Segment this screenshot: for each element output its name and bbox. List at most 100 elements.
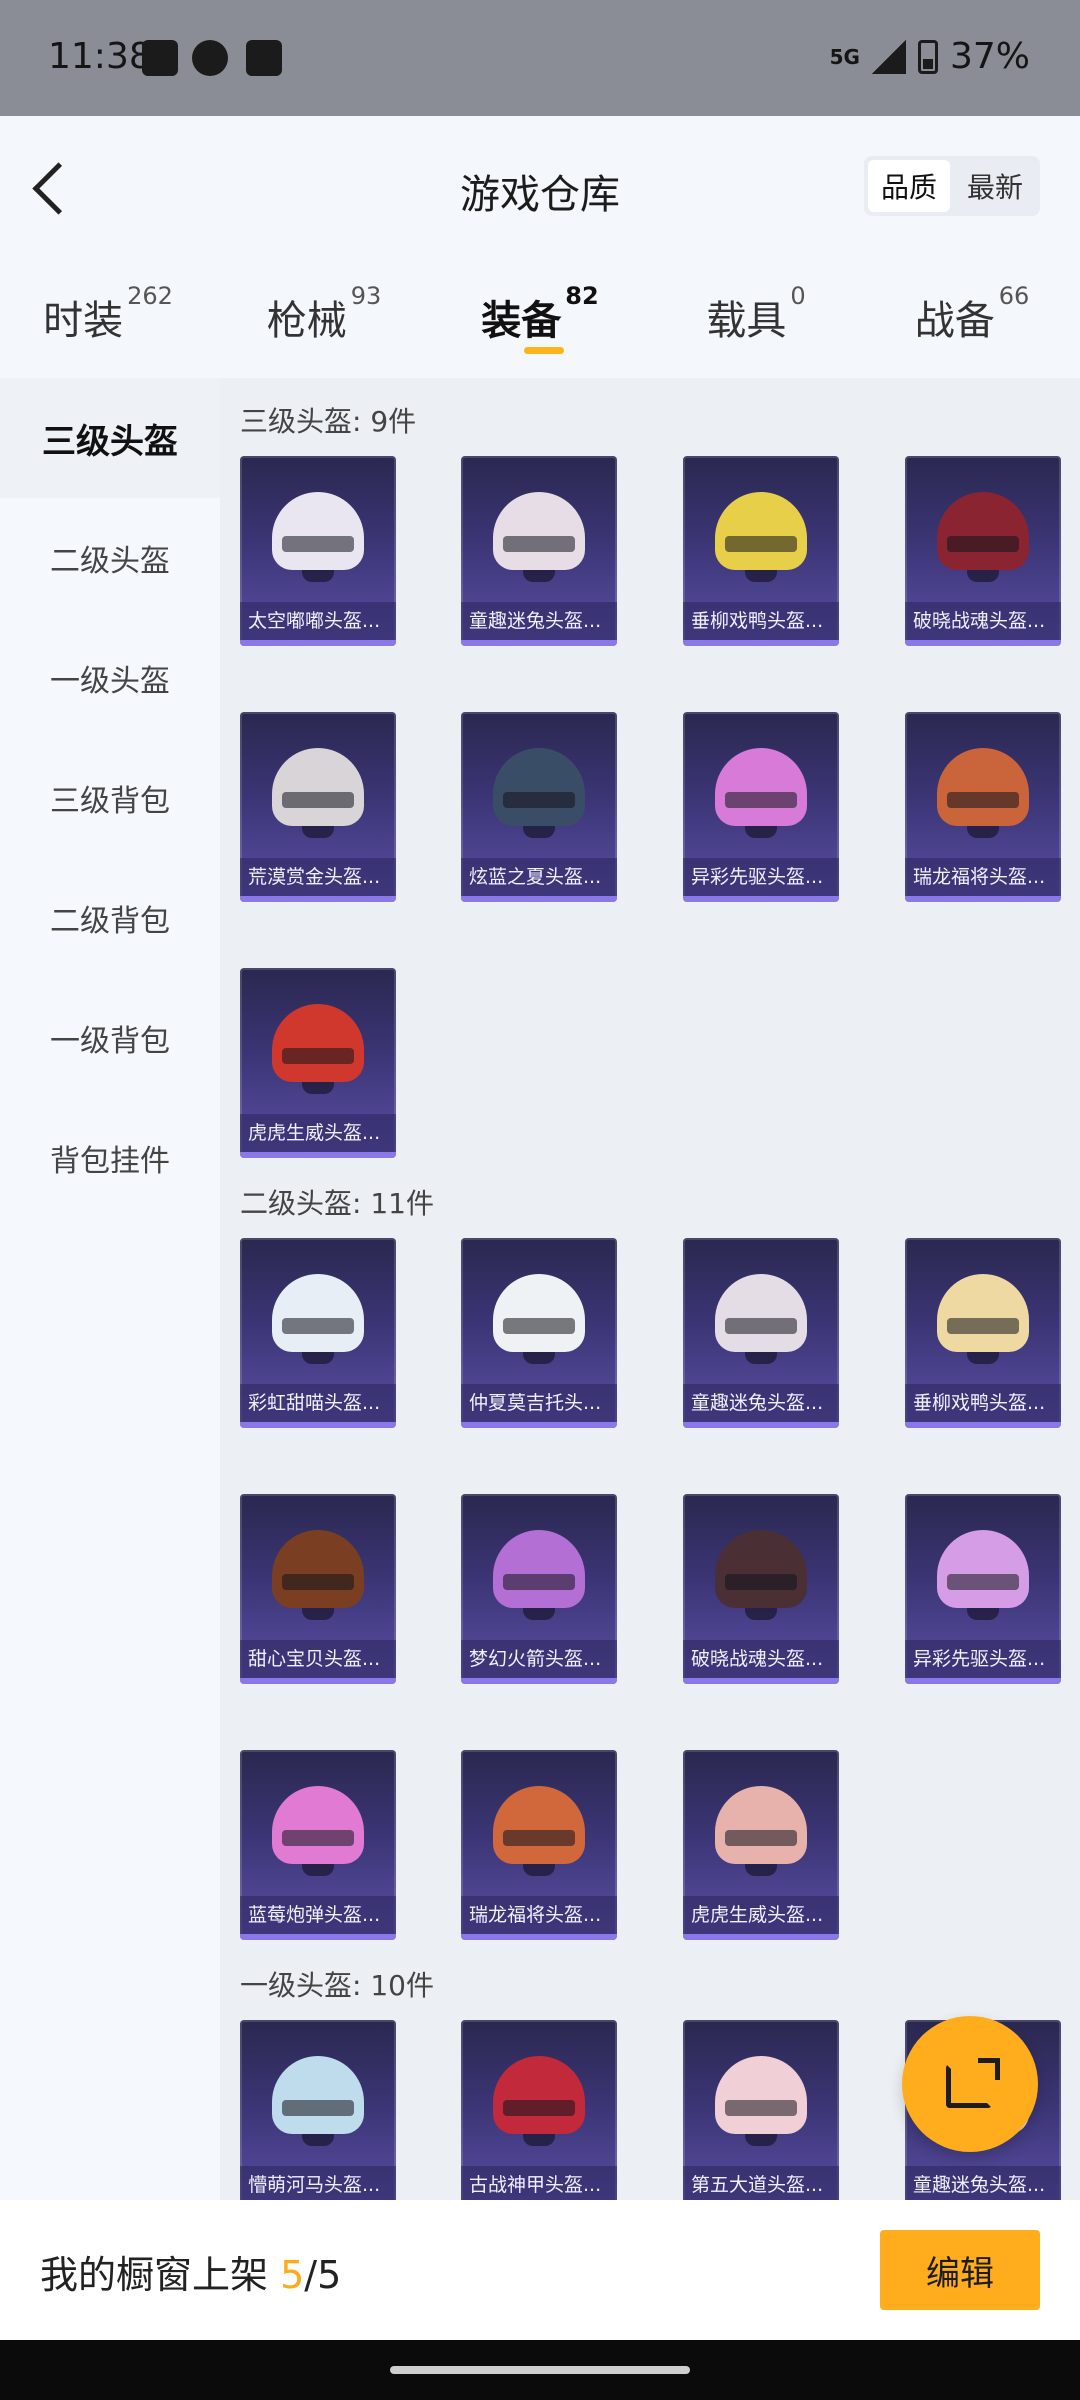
- helmet-card[interactable]: 垂柳戏鸭头盔...: [905, 1238, 1061, 1428]
- helmet-name: 童趣迷兔头盔...: [905, 2166, 1061, 2200]
- tab-count: 93: [350, 282, 382, 310]
- helmet-icon: [493, 1274, 585, 1364]
- helmet-icon: [272, 748, 364, 838]
- back-arrow-icon[interactable]: [26, 160, 86, 220]
- helmet-card[interactable]: 古战神甲头盔...: [461, 2020, 617, 2200]
- helmet-icon: [715, 1274, 807, 1364]
- section-title: 二级头盔: 11件: [240, 1187, 434, 1220]
- helmet-name: 虎虎生威头盔...: [240, 1114, 396, 1152]
- active-tab-indicator: [524, 347, 564, 354]
- helmet-name: 彩虹甜喵头盔...: [240, 1384, 396, 1422]
- sort-latest-button[interactable]: 最新: [954, 160, 1036, 212]
- edit-button[interactable]: 编辑: [880, 2230, 1040, 2310]
- helmet-card[interactable]: 瑞龙福将头盔...: [461, 1750, 617, 1940]
- tab-weapons[interactable]: 枪械93: [216, 262, 432, 378]
- tab-label: 战备: [914, 298, 995, 344]
- helmet-name: 仲夏莫吉托头...: [461, 1384, 617, 1422]
- helmet-icon: [715, 1786, 807, 1876]
- sidebar-item-level2-helmet[interactable]: 二级头盔: [0, 498, 220, 618]
- helmet-card[interactable]: 懵萌河马头盔...: [240, 2020, 396, 2200]
- helmet-name: 童趣迷兔头盔...: [683, 1384, 839, 1422]
- helmet-card[interactable]: 异彩先驱头盔...: [683, 712, 839, 902]
- helmet-card[interactable]: 甜心宝贝头盔...: [240, 1494, 396, 1684]
- helmet-card[interactable]: 荒漠赏金头盔...: [240, 712, 396, 902]
- helmet-name: 瑞龙福将头盔...: [461, 1896, 617, 1934]
- tab-vehicles[interactable]: 载具0: [648, 262, 864, 378]
- helmet-name: 蓝莓炮弹头盔...: [240, 1896, 396, 1934]
- helmet-card[interactable]: 破晓战魂头盔...: [905, 456, 1061, 646]
- sidebar-item-level3-backpack[interactable]: 三级背包: [0, 738, 220, 858]
- status-bar: 11:38 5G 37%: [0, 0, 1080, 116]
- helmet-name: 垂柳戏鸭头盔...: [683, 602, 839, 640]
- sort-toggle: 品质 最新: [864, 156, 1040, 216]
- category-tabs: 时装262 枪械93 装备82 载具0 战备66: [0, 262, 1080, 378]
- helmet-icon: [937, 492, 1029, 582]
- system-nav-bar: [0, 2340, 1080, 2400]
- sort-quality-button[interactable]: 品质: [868, 160, 950, 212]
- share-arrow-icon: [978, 2058, 1000, 2080]
- network-label: 5G: [829, 44, 860, 69]
- helmet-card[interactable]: 太空嘟嘟头盔...: [240, 456, 396, 646]
- showcase-bar: 我的橱窗上架 5/5 编辑: [0, 2200, 1080, 2340]
- sidebar-item-level3-helmet[interactable]: 三级头盔: [0, 378, 220, 498]
- helmet-card[interactable]: 炫蓝之夏头盔...: [461, 712, 617, 902]
- helmet-name: 童趣迷兔头盔...: [461, 602, 617, 640]
- helmet-card[interactable]: 虎虎生威头盔...: [240, 968, 396, 1158]
- item-grid: 三级头盔: 9件太空嘟嘟头盔... 童趣迷兔头盔... 垂柳戏鸭头盔... 破晓战魂头…: [220, 378, 1080, 2200]
- sidebar-item-level2-backpack[interactable]: 二级背包: [0, 858, 220, 978]
- helmet-icon: [493, 2056, 585, 2146]
- helmet-card[interactable]: 童趣迷兔头盔...: [683, 1238, 839, 1428]
- helmet-icon: [715, 748, 807, 838]
- sidebar-item-backpack-charm[interactable]: 背包挂件: [0, 1098, 220, 1218]
- helmet-name: 第五大道头盔...: [683, 2166, 839, 2200]
- helmet-card[interactable]: 垂柳戏鸭头盔...: [683, 456, 839, 646]
- helmet-icon: [715, 492, 807, 582]
- helmet-card[interactable]: 彩虹甜喵头盔...: [240, 1238, 396, 1428]
- helmet-card[interactable]: 瑞龙福将头盔...: [905, 712, 1061, 902]
- tab-count: 0: [790, 282, 806, 310]
- helmet-name: 荒漠赏金头盔...: [240, 858, 396, 896]
- section-title: 三级头盔: 9件: [240, 405, 417, 438]
- helmet-icon: [272, 2056, 364, 2146]
- battery-percent: 37%: [949, 36, 1030, 77]
- phone-sync-icon: [246, 40, 282, 76]
- share-button[interactable]: [902, 2016, 1038, 2152]
- tab-fashion[interactable]: 时装262: [0, 262, 216, 378]
- helmet-name: 懵萌河马头盔...: [240, 2166, 396, 2200]
- sidebar-item-level1-helmet[interactable]: 一级头盔: [0, 618, 220, 738]
- showcase-label: 我的橱窗上架: [40, 2253, 269, 2297]
- tab-equipment[interactable]: 装备82: [432, 262, 648, 378]
- helmet-card[interactable]: 虎虎生威头盔...: [683, 1750, 839, 1940]
- helmet-icon: [493, 1786, 585, 1876]
- helmet-card[interactable]: 仲夏莫吉托头...: [461, 1238, 617, 1428]
- helmet-name: 梦幻火箭头盔...: [461, 1640, 617, 1678]
- helmet-name: 破晓战魂头盔...: [683, 1640, 839, 1678]
- helmet-card[interactable]: 童趣迷兔头盔...: [461, 456, 617, 646]
- helmet-card[interactable]: 第五大道头盔...: [683, 2020, 839, 2200]
- signal-icon: [871, 39, 906, 74]
- tab-label: 枪械: [266, 298, 347, 344]
- helmet-name: 古战神甲头盔...: [461, 2166, 617, 2200]
- tab-supplies[interactable]: 战备66: [864, 262, 1080, 378]
- helmet-icon: [937, 748, 1029, 838]
- home-gesture-handle[interactable]: [390, 2366, 690, 2374]
- helmet-card[interactable]: 异彩先驱头盔...: [905, 1494, 1061, 1684]
- showcase-status: 我的橱窗上架 5/5: [40, 2244, 341, 2299]
- tab-label: 时装: [43, 298, 124, 344]
- helmet-card[interactable]: 蓝莓炮弹头盔...: [240, 1750, 396, 1940]
- helmet-card[interactable]: 破晓战魂头盔...: [683, 1494, 839, 1684]
- helmet-icon: [715, 1530, 807, 1620]
- helmet-name: 炫蓝之夏头盔...: [461, 858, 617, 896]
- helmet-icon: [272, 1786, 364, 1876]
- helmet-icon: [493, 748, 585, 838]
- helmet-name: 破晓战魂头盔...: [905, 602, 1061, 640]
- sidebar-item-level1-backpack[interactable]: 一级背包: [0, 978, 220, 1098]
- helmet-icon: [272, 1004, 364, 1094]
- helmet-card[interactable]: 梦幻火箭头盔...: [461, 1494, 617, 1684]
- helmet-name: 甜心宝贝头盔...: [240, 1640, 396, 1678]
- mail-icon: [142, 40, 178, 76]
- helmet-icon: [493, 492, 585, 582]
- helmet-icon: [715, 2056, 807, 2146]
- tab-count: 262: [127, 282, 173, 310]
- helmet-name: 瑞龙福将头盔...: [905, 858, 1061, 896]
